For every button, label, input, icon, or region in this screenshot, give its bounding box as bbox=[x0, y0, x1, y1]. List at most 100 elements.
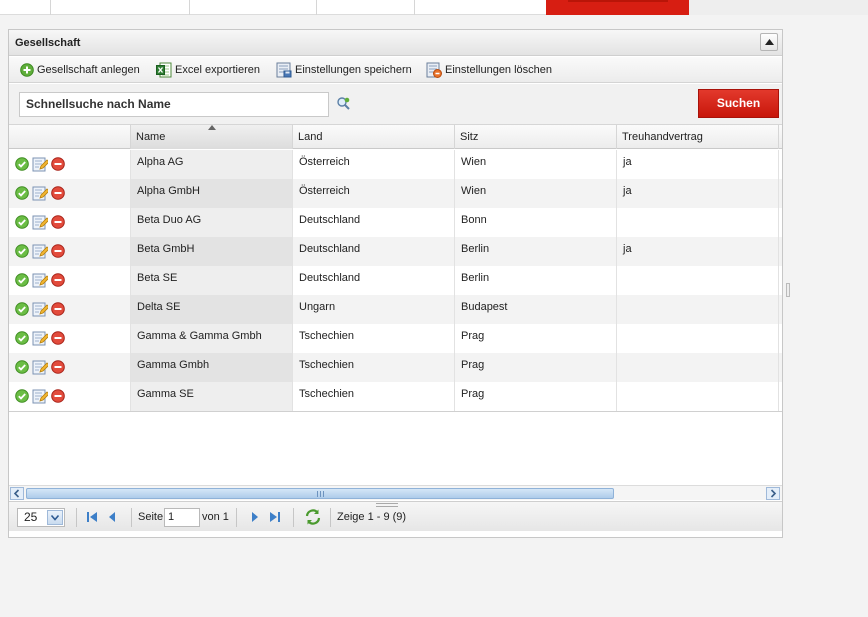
excel-export-button[interactable]: Excel exportieren bbox=[156, 61, 260, 79]
check-icon[interactable] bbox=[15, 272, 29, 297]
check-icon[interactable] bbox=[15, 185, 29, 210]
cell-land: Österreich bbox=[293, 150, 455, 179]
nav-separator bbox=[316, 0, 317, 15]
cell-land: Tschechien bbox=[293, 324, 455, 353]
last-page-icon[interactable] bbox=[268, 510, 282, 524]
delete-icon[interactable] bbox=[51, 330, 65, 355]
nav-separator bbox=[50, 0, 51, 15]
check-icon[interactable] bbox=[15, 243, 29, 268]
check-icon[interactable] bbox=[15, 301, 29, 326]
check-icon[interactable] bbox=[15, 330, 29, 355]
table-row[interactable]: Gamma SE Tschechien Prag bbox=[9, 382, 782, 411]
delete-icon[interactable] bbox=[51, 243, 65, 268]
add-company-button[interactable]: Gesellschaft anlegen bbox=[20, 61, 140, 79]
column-header-treuhandvertrag[interactable]: Treuhandvertrag bbox=[617, 125, 779, 149]
delete-icon[interactable] bbox=[51, 388, 65, 413]
cell-actions bbox=[9, 353, 131, 382]
grid-body: Alpha AG Österreich Wien ja Alpha GmbH Österr… bbox=[9, 150, 782, 411]
table-row[interactable]: Alpha AG Österreich Wien ja bbox=[9, 150, 782, 179]
table-row[interactable]: Gamma & Gamma Gmbh Tschechien Prag bbox=[9, 324, 782, 353]
search-button[interactable]: Suchen bbox=[698, 89, 779, 118]
table-row[interactable]: Delta SE Ungarn Budapest bbox=[9, 295, 782, 324]
add-company-label: Gesellschaft anlegen bbox=[37, 64, 140, 76]
table-row[interactable]: Beta Duo AG Deutschland Bonn bbox=[9, 208, 782, 237]
cell-sitz: Prag bbox=[455, 324, 617, 353]
column-header-land[interactable]: Land bbox=[293, 125, 455, 149]
edit-icon[interactable] bbox=[32, 359, 50, 384]
scroll-right-icon[interactable] bbox=[766, 487, 780, 500]
save-settings-icon bbox=[276, 62, 292, 78]
delete-icon[interactable] bbox=[51, 214, 65, 239]
edit-icon[interactable] bbox=[32, 330, 50, 355]
column-header-sitz[interactable]: Sitz bbox=[455, 125, 617, 149]
cell-actions bbox=[9, 382, 131, 411]
table-row[interactable]: Beta SE Deutschland Berlin bbox=[9, 266, 782, 295]
horizontal-scrollbar[interactable] bbox=[9, 485, 782, 500]
page-number-input[interactable]: 1 bbox=[164, 508, 200, 527]
delete-icon[interactable] bbox=[51, 359, 65, 384]
search-icon[interactable] bbox=[336, 96, 351, 110]
page-size-select[interactable]: 25 bbox=[17, 508, 65, 527]
check-icon[interactable] bbox=[15, 359, 29, 384]
delete-icon[interactable] bbox=[51, 156, 65, 181]
cell-land: Ungarn bbox=[293, 295, 455, 324]
cell-name: Alpha AG bbox=[131, 150, 293, 179]
grid-divider bbox=[9, 411, 782, 412]
cell-land: Deutschland bbox=[293, 266, 455, 295]
delete-icon[interactable] bbox=[51, 185, 65, 210]
cell-treuhandvertrag bbox=[617, 353, 779, 382]
column-header-land-label: Land bbox=[298, 131, 323, 143]
add-icon bbox=[20, 63, 34, 77]
page-size-value: 25 bbox=[24, 510, 38, 524]
column-header-actions bbox=[9, 125, 131, 149]
nav-tab-active[interactable] bbox=[546, 0, 689, 15]
page-total-label: von 1 bbox=[202, 511, 229, 523]
edit-icon[interactable] bbox=[32, 243, 50, 268]
cell-sitz: Bonn bbox=[455, 208, 617, 237]
delete-settings-button[interactable]: Einstellungen löschen bbox=[426, 61, 552, 79]
cell-name: Beta Duo AG bbox=[131, 208, 293, 237]
check-icon[interactable] bbox=[15, 156, 29, 181]
table-row[interactable]: Gamma Gmbh Tschechien Prag bbox=[9, 353, 782, 382]
panel-resize-handle[interactable] bbox=[376, 503, 398, 507]
table-row[interactable]: Beta GmbH Deutschland Berlin ja bbox=[9, 237, 782, 266]
check-icon[interactable] bbox=[15, 214, 29, 239]
delete-icon[interactable] bbox=[51, 272, 65, 297]
cell-treuhandvertrag bbox=[617, 208, 779, 237]
scrollbar-thumb[interactable] bbox=[26, 488, 614, 499]
column-header-name[interactable]: Name bbox=[131, 125, 293, 149]
delete-icon[interactable] bbox=[51, 301, 65, 326]
next-page-icon[interactable] bbox=[249, 510, 261, 524]
cell-land: Deutschland bbox=[293, 208, 455, 237]
edit-icon[interactable] bbox=[32, 272, 50, 297]
cell-land: Österreich bbox=[293, 179, 455, 208]
edit-icon[interactable] bbox=[32, 185, 50, 210]
nav-filler bbox=[689, 0, 868, 15]
edit-icon[interactable] bbox=[32, 214, 50, 239]
save-settings-button[interactable]: Einstellungen speichern bbox=[276, 61, 412, 79]
column-resize-handle[interactable] bbox=[786, 283, 790, 297]
quick-search-input[interactable]: Schnellsuche nach Name bbox=[19, 92, 329, 117]
table-row[interactable]: Alpha GmbH Österreich Wien ja bbox=[9, 179, 782, 208]
pager-separator bbox=[236, 508, 237, 527]
column-header-name-label: Name bbox=[136, 131, 166, 143]
chevron-down-icon[interactable] bbox=[47, 510, 63, 525]
cell-name: Beta GmbH bbox=[131, 237, 293, 266]
cell-sitz: Prag bbox=[455, 382, 617, 411]
previous-page-icon[interactable] bbox=[106, 510, 118, 524]
edit-icon[interactable] bbox=[32, 388, 50, 413]
edit-icon[interactable] bbox=[32, 301, 50, 326]
cell-land: Tschechien bbox=[293, 382, 455, 411]
first-page-icon[interactable] bbox=[85, 510, 99, 524]
top-navigation bbox=[0, 0, 868, 15]
grid-header: Name Land Sitz Treuhandvertrag bbox=[9, 124, 782, 149]
collapse-button[interactable] bbox=[760, 33, 778, 51]
edit-icon[interactable] bbox=[32, 156, 50, 181]
cell-name: Alpha GmbH bbox=[131, 179, 293, 208]
panel-title: Gesellschaft bbox=[15, 37, 81, 49]
scroll-left-icon[interactable] bbox=[10, 487, 24, 500]
check-icon[interactable] bbox=[15, 388, 29, 413]
cell-name: Gamma SE bbox=[131, 382, 293, 411]
pager-separator bbox=[293, 508, 294, 527]
refresh-icon[interactable] bbox=[304, 508, 322, 526]
